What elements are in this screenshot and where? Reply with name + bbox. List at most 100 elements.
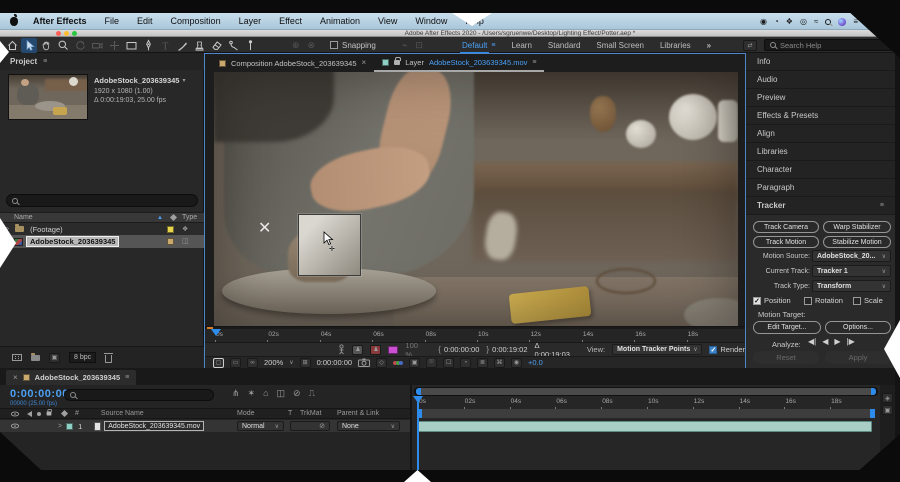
label-color-swatch[interactable] (167, 238, 174, 245)
frame-blending-icon[interactable]: ◫ (277, 389, 286, 398)
viewer-menu-icon[interactable]: ≡ (532, 59, 536, 66)
mask-shape-tool[interactable] (123, 38, 139, 53)
camera-menu-icon[interactable]: ◉ (760, 17, 767, 26)
keyboard-icon[interactable]: ◎ (800, 17, 807, 26)
analyze-back-one-button[interactable]: ◀| (808, 337, 816, 346)
panel-tab-character[interactable]: Character (746, 161, 895, 178)
hand-tool[interactable] (38, 38, 54, 53)
draft-3d-icon[interactable]: ✶ (248, 389, 256, 398)
comp-marker-icon[interactable]: ◈ (882, 393, 893, 403)
interpret-footage-icon[interactable] (12, 354, 22, 361)
help-search[interactable] (764, 39, 894, 51)
position-check[interactable]: ✓ Position (753, 296, 791, 305)
snap-keyframe-icon[interactable]: ⌁ (402, 40, 407, 51)
help-search-input[interactable] (780, 41, 888, 50)
local-axis-icon[interactable]: ⊕ (292, 40, 300, 51)
pan-behind-tool[interactable] (106, 38, 122, 53)
clone-stamp-tool[interactable] (191, 38, 207, 53)
row-label[interactable]: AdobeStock_203639345 (30, 237, 115, 246)
current-time[interactable]: 0:00:00:00 (317, 358, 352, 367)
panel-tab-preview[interactable]: Preview (746, 89, 895, 106)
analyze-forward-one-button[interactable]: |▶ (847, 337, 855, 346)
panel-tab-info[interactable]: Info (746, 53, 895, 70)
workspace-learn[interactable]: Learn (511, 41, 531, 50)
camera-tool[interactable] (89, 38, 105, 53)
composition-mini-flowchart-icon[interactable]: ⋔ (232, 389, 240, 398)
menu-app[interactable]: After Effects (24, 13, 96, 30)
siri-icon[interactable] (838, 18, 846, 26)
stabilize-motion-button[interactable]: Stabilize Motion (823, 236, 891, 248)
workspace-standard[interactable]: Standard (548, 41, 580, 50)
position-checkbox[interactable]: ✓ (753, 297, 761, 305)
column-type[interactable]: Type (182, 214, 204, 221)
workspace-libraries[interactable]: Libraries (660, 41, 691, 50)
mask-color-swatch[interactable] (388, 346, 398, 354)
close-tab-icon[interactable]: × (362, 59, 367, 67)
timeline-ruler[interactable]: 0s 02s 04s 06s 08s 10s 12s 14s 16s 18s (417, 398, 875, 408)
work-area-end-handle[interactable] (870, 409, 875, 418)
project-panel-title[interactable]: Project (10, 57, 37, 66)
panel-tab-align[interactable]: Align (746, 125, 895, 142)
exposure-reset-icon[interactable]: ◉ (511, 358, 522, 368)
menu-window[interactable]: Window (406, 13, 456, 30)
fast-previews-icon[interactable]: ◔ (460, 358, 471, 368)
selection-tool[interactable] (21, 38, 37, 53)
workspace-default[interactable]: Default (462, 41, 487, 50)
label-column-icon[interactable] (61, 410, 68, 417)
options-button[interactable]: Options... (825, 321, 891, 334)
pen-tool[interactable] (140, 38, 156, 53)
hide-shy-layers-icon[interactable]: ⌂ (263, 389, 268, 398)
menu-effect[interactable]: Effect (270, 13, 311, 30)
rotation-checkbox[interactable] (804, 297, 812, 305)
panel-menu-icon[interactable]: ≡ (125, 374, 129, 381)
in-point-time[interactable]: 0:00:00:00 (444, 345, 479, 354)
timeline-search[interactable] (64, 389, 214, 401)
current-track-dropdown[interactable]: Tracker 1 ∨ (812, 265, 891, 277)
trkmat-dropdown[interactable]: ⊘ (290, 421, 330, 431)
glasses-icon[interactable]: ∞ (247, 358, 258, 368)
transparency-grid-icon[interactable]: ⛆ (426, 358, 437, 368)
layer-duration-bar[interactable] (417, 421, 872, 432)
preview-monitor-icon[interactable]: ▭ (230, 358, 241, 368)
menu-edit[interactable]: Edit (128, 13, 162, 30)
footage-name[interactable]: AdobeStock_203639345 (94, 76, 179, 85)
analyze-forward-button[interactable]: ▶ (834, 337, 840, 346)
layer-color-swatch[interactable] (66, 423, 73, 430)
audio-column-icon[interactable] (24, 411, 32, 417)
footage-thumbnail[interactable] (8, 74, 88, 120)
panel-tab-tracker[interactable]: Tracker ≡ (746, 197, 895, 214)
scale-checkbox[interactable] (853, 297, 861, 305)
panel-tab-libraries[interactable]: Libraries (746, 143, 895, 160)
snapshot-camera-icon[interactable] (358, 358, 370, 367)
time-machine-icon[interactable]: ◔ (774, 17, 779, 26)
tab-composition[interactable]: Composition AdobeStock_203639345 × (205, 54, 374, 72)
minimize-window-button[interactable] (64, 31, 69, 36)
snap-feature-icon[interactable]: ⊡ (415, 40, 423, 51)
render-checkbox[interactable]: ✓ (709, 346, 717, 354)
column-trkmat[interactable]: TrkMat (300, 410, 322, 417)
panel-tab-paragraph[interactable]: Paragraph (746, 179, 895, 196)
label-color-swatch[interactable] (167, 226, 174, 233)
menu-animation[interactable]: Animation (311, 13, 369, 30)
menu-file[interactable]: File (96, 13, 129, 30)
track-type-dropdown[interactable]: Transform ∨ (812, 280, 891, 292)
timeline-button-icon[interactable]: ≣ (477, 358, 488, 368)
column-mode[interactable]: Mode (237, 410, 255, 417)
show-snapshot-icon[interactable]: ◇ (376, 358, 387, 368)
reset-button[interactable]: Reset (753, 351, 819, 364)
scrollbar-right-cap[interactable] (871, 388, 876, 395)
region-of-interest-icon[interactable]: ▣ (409, 358, 420, 368)
type-tool[interactable]: T (157, 38, 173, 53)
row-label[interactable]: (Footage) (30, 225, 63, 234)
scrollbar-left-cap[interactable] (416, 388, 421, 395)
project-bit-depth[interactable]: 8 bpc (74, 354, 91, 361)
project-row-footage[interactable]: > (Footage) ❖ (0, 223, 204, 235)
timeline-scrollbar[interactable] (414, 387, 878, 396)
pixel-aspect-icon[interactable]: ☐ (443, 358, 454, 368)
parent-link-dropdown[interactable]: None ∨ (337, 421, 400, 431)
mask-visibility-icon[interactable] (337, 344, 345, 355)
track-region[interactable]: ✛ (298, 214, 361, 276)
timeline-tab[interactable]: × AdobeStock_203639345 ≡ (6, 370, 136, 385)
mask-alpha-icon[interactable]: ♟ (370, 345, 381, 355)
column-hash[interactable]: # (75, 410, 79, 417)
